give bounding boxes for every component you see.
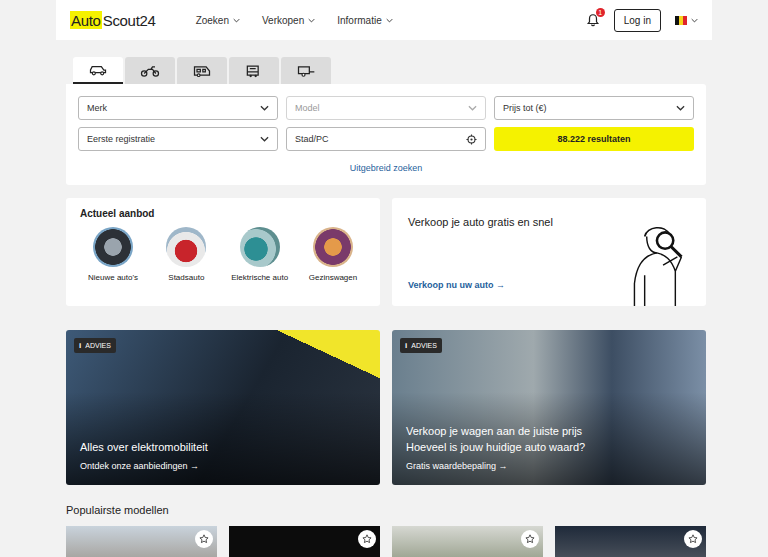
container: AutoScout24 Zoeken Verkopen Informatie 1… xyxy=(56,0,712,557)
logo-highlight: Auto xyxy=(70,11,102,29)
results-button[interactable]: 88.222 resultaten xyxy=(494,127,694,151)
vehicle-tabs xyxy=(66,57,706,84)
select-field[interactable]: Prijs tot (€) xyxy=(494,96,694,120)
search-panel: Merk Model Prijs tot (€) Eerste registra… xyxy=(66,84,706,185)
info-icon: i xyxy=(79,341,81,350)
truck-icon xyxy=(244,64,264,78)
header: AutoScout24 Zoeken Verkopen Informatie 1… xyxy=(56,0,712,40)
offer-image xyxy=(166,227,206,267)
main-nav: Zoeken Verkopen Informatie xyxy=(196,15,393,26)
sell-text: Verkoop je auto gratis en snel Verkoop n… xyxy=(408,198,614,306)
vehicle-tab[interactable] xyxy=(125,57,175,84)
nav-item[interactable]: Verkopen xyxy=(262,15,315,26)
advice-card[interactable]: i ADVIES Verkoop je wagen aan de juiste … xyxy=(392,330,706,485)
offer-image xyxy=(240,227,280,267)
sell-title: Verkoop je auto gratis en snel xyxy=(408,216,614,228)
favorite-button[interactable] xyxy=(358,530,376,548)
advice-title: Verkoop je wagen aan de juiste prijs xyxy=(406,423,692,439)
offer-item[interactable]: Nieuwe auto's xyxy=(82,227,144,283)
vehicle-tab[interactable] xyxy=(229,57,279,84)
content: Merk Model Prijs tot (€) Eerste registra… xyxy=(56,57,712,557)
select-field[interactable]: Merk xyxy=(78,96,278,120)
model-card[interactable] xyxy=(66,526,217,557)
nav-item[interactable]: Zoeken xyxy=(196,15,240,26)
header-actions: 1 Log in xyxy=(586,9,698,32)
vehicle-tab[interactable] xyxy=(73,57,123,84)
offer-image xyxy=(93,227,133,267)
popular-models xyxy=(66,526,706,557)
chevron-down-icon xyxy=(260,105,269,111)
vehicle-tab[interactable] xyxy=(281,57,331,84)
select-field: Model xyxy=(286,96,486,120)
motorbike-icon xyxy=(140,64,160,78)
advice-text: Verkoop je wagen aan de juiste prijsHoev… xyxy=(400,423,692,471)
logo-text: Scout24 xyxy=(102,12,156,29)
nav-item[interactable]: Informatie xyxy=(337,15,392,26)
sell-card: Verkoop je auto gratis en snel Verkoop n… xyxy=(392,198,706,306)
model-card[interactable] xyxy=(229,526,380,557)
logo[interactable]: AutoScout24 xyxy=(70,11,156,29)
belgian-flag-icon xyxy=(675,16,687,25)
star-icon xyxy=(199,534,209,544)
car-icon xyxy=(88,63,108,77)
advice-row: i ADVIES Alles over elektromobiliteit On… xyxy=(66,330,706,485)
advice-link[interactable]: Gratis waardebepaling → xyxy=(406,461,692,471)
advice-card[interactable]: i ADVIES Alles over elektromobiliteit On… xyxy=(66,330,380,485)
advice-text: Alles over elektromobiliteit Ontdek onze… xyxy=(74,439,366,471)
vehicle-tab[interactable] xyxy=(177,57,227,84)
chevron-down-icon xyxy=(468,105,477,111)
advice-badge: i ADVIES xyxy=(400,338,442,353)
favorite-button[interactable] xyxy=(195,530,213,548)
search-fields: Merk Model Prijs tot (€) Eerste registra… xyxy=(78,96,694,151)
chevron-down-icon xyxy=(233,18,240,23)
advice-badge: i ADVIES xyxy=(74,338,116,353)
current-offer-card: Actueel aanbod Nieuwe auto's Stadsauto E… xyxy=(66,198,380,306)
star-icon xyxy=(362,534,372,544)
login-button[interactable]: Log in xyxy=(614,9,661,32)
language-selector[interactable] xyxy=(675,16,698,25)
chevron-down-icon xyxy=(260,136,269,142)
sell-link[interactable]: Verkoop nu uw auto → xyxy=(408,280,614,290)
chevron-down-icon xyxy=(308,18,315,23)
man-with-magnifier-icon xyxy=(614,214,706,306)
chevron-down-icon xyxy=(691,18,698,23)
favorite-button[interactable] xyxy=(521,530,539,548)
trailer-icon xyxy=(296,64,316,78)
star-icon xyxy=(688,534,698,544)
location-icon[interactable] xyxy=(466,134,477,145)
advice-title: Hoeveel is jouw huidige auto waard? xyxy=(406,439,692,455)
popular-title: Populairste modellen xyxy=(66,503,706,517)
star-icon xyxy=(525,534,535,544)
offer-item[interactable]: Stadsauto xyxy=(155,227,217,283)
offer-title: Actueel aanbod xyxy=(80,208,366,219)
select-field[interactable]: Eerste registratie xyxy=(78,127,278,151)
favorite-button[interactable] xyxy=(684,530,702,548)
notification-badge: 1 xyxy=(596,8,605,17)
offer-item[interactable]: Gezinswagen xyxy=(302,227,364,283)
notifications-button[interactable]: 1 xyxy=(586,13,600,27)
offer-item[interactable]: Elektrische auto xyxy=(229,227,291,283)
model-card[interactable] xyxy=(392,526,543,557)
chevron-down-icon xyxy=(386,18,393,23)
chevron-down-icon xyxy=(676,105,685,111)
advanced-search-link[interactable]: Uitgebreid zoeken xyxy=(78,161,694,175)
offer-image xyxy=(313,227,353,267)
model-card[interactable] xyxy=(555,526,706,557)
camper-icon xyxy=(192,64,212,78)
promo-row: Actueel aanbod Nieuwe auto's Stadsauto E… xyxy=(66,198,706,306)
offer-list: Nieuwe auto's Stadsauto Elektrische auto… xyxy=(80,227,366,283)
page: AutoScout24 Zoeken Verkopen Informatie 1… xyxy=(0,0,768,557)
advice-link[interactable]: Ontdek onze aanbiedingen → xyxy=(80,461,366,471)
text-field[interactable]: Stad/PC xyxy=(286,127,486,151)
info-icon: i xyxy=(405,341,407,350)
advice-title: Alles over elektromobiliteit xyxy=(80,439,366,455)
